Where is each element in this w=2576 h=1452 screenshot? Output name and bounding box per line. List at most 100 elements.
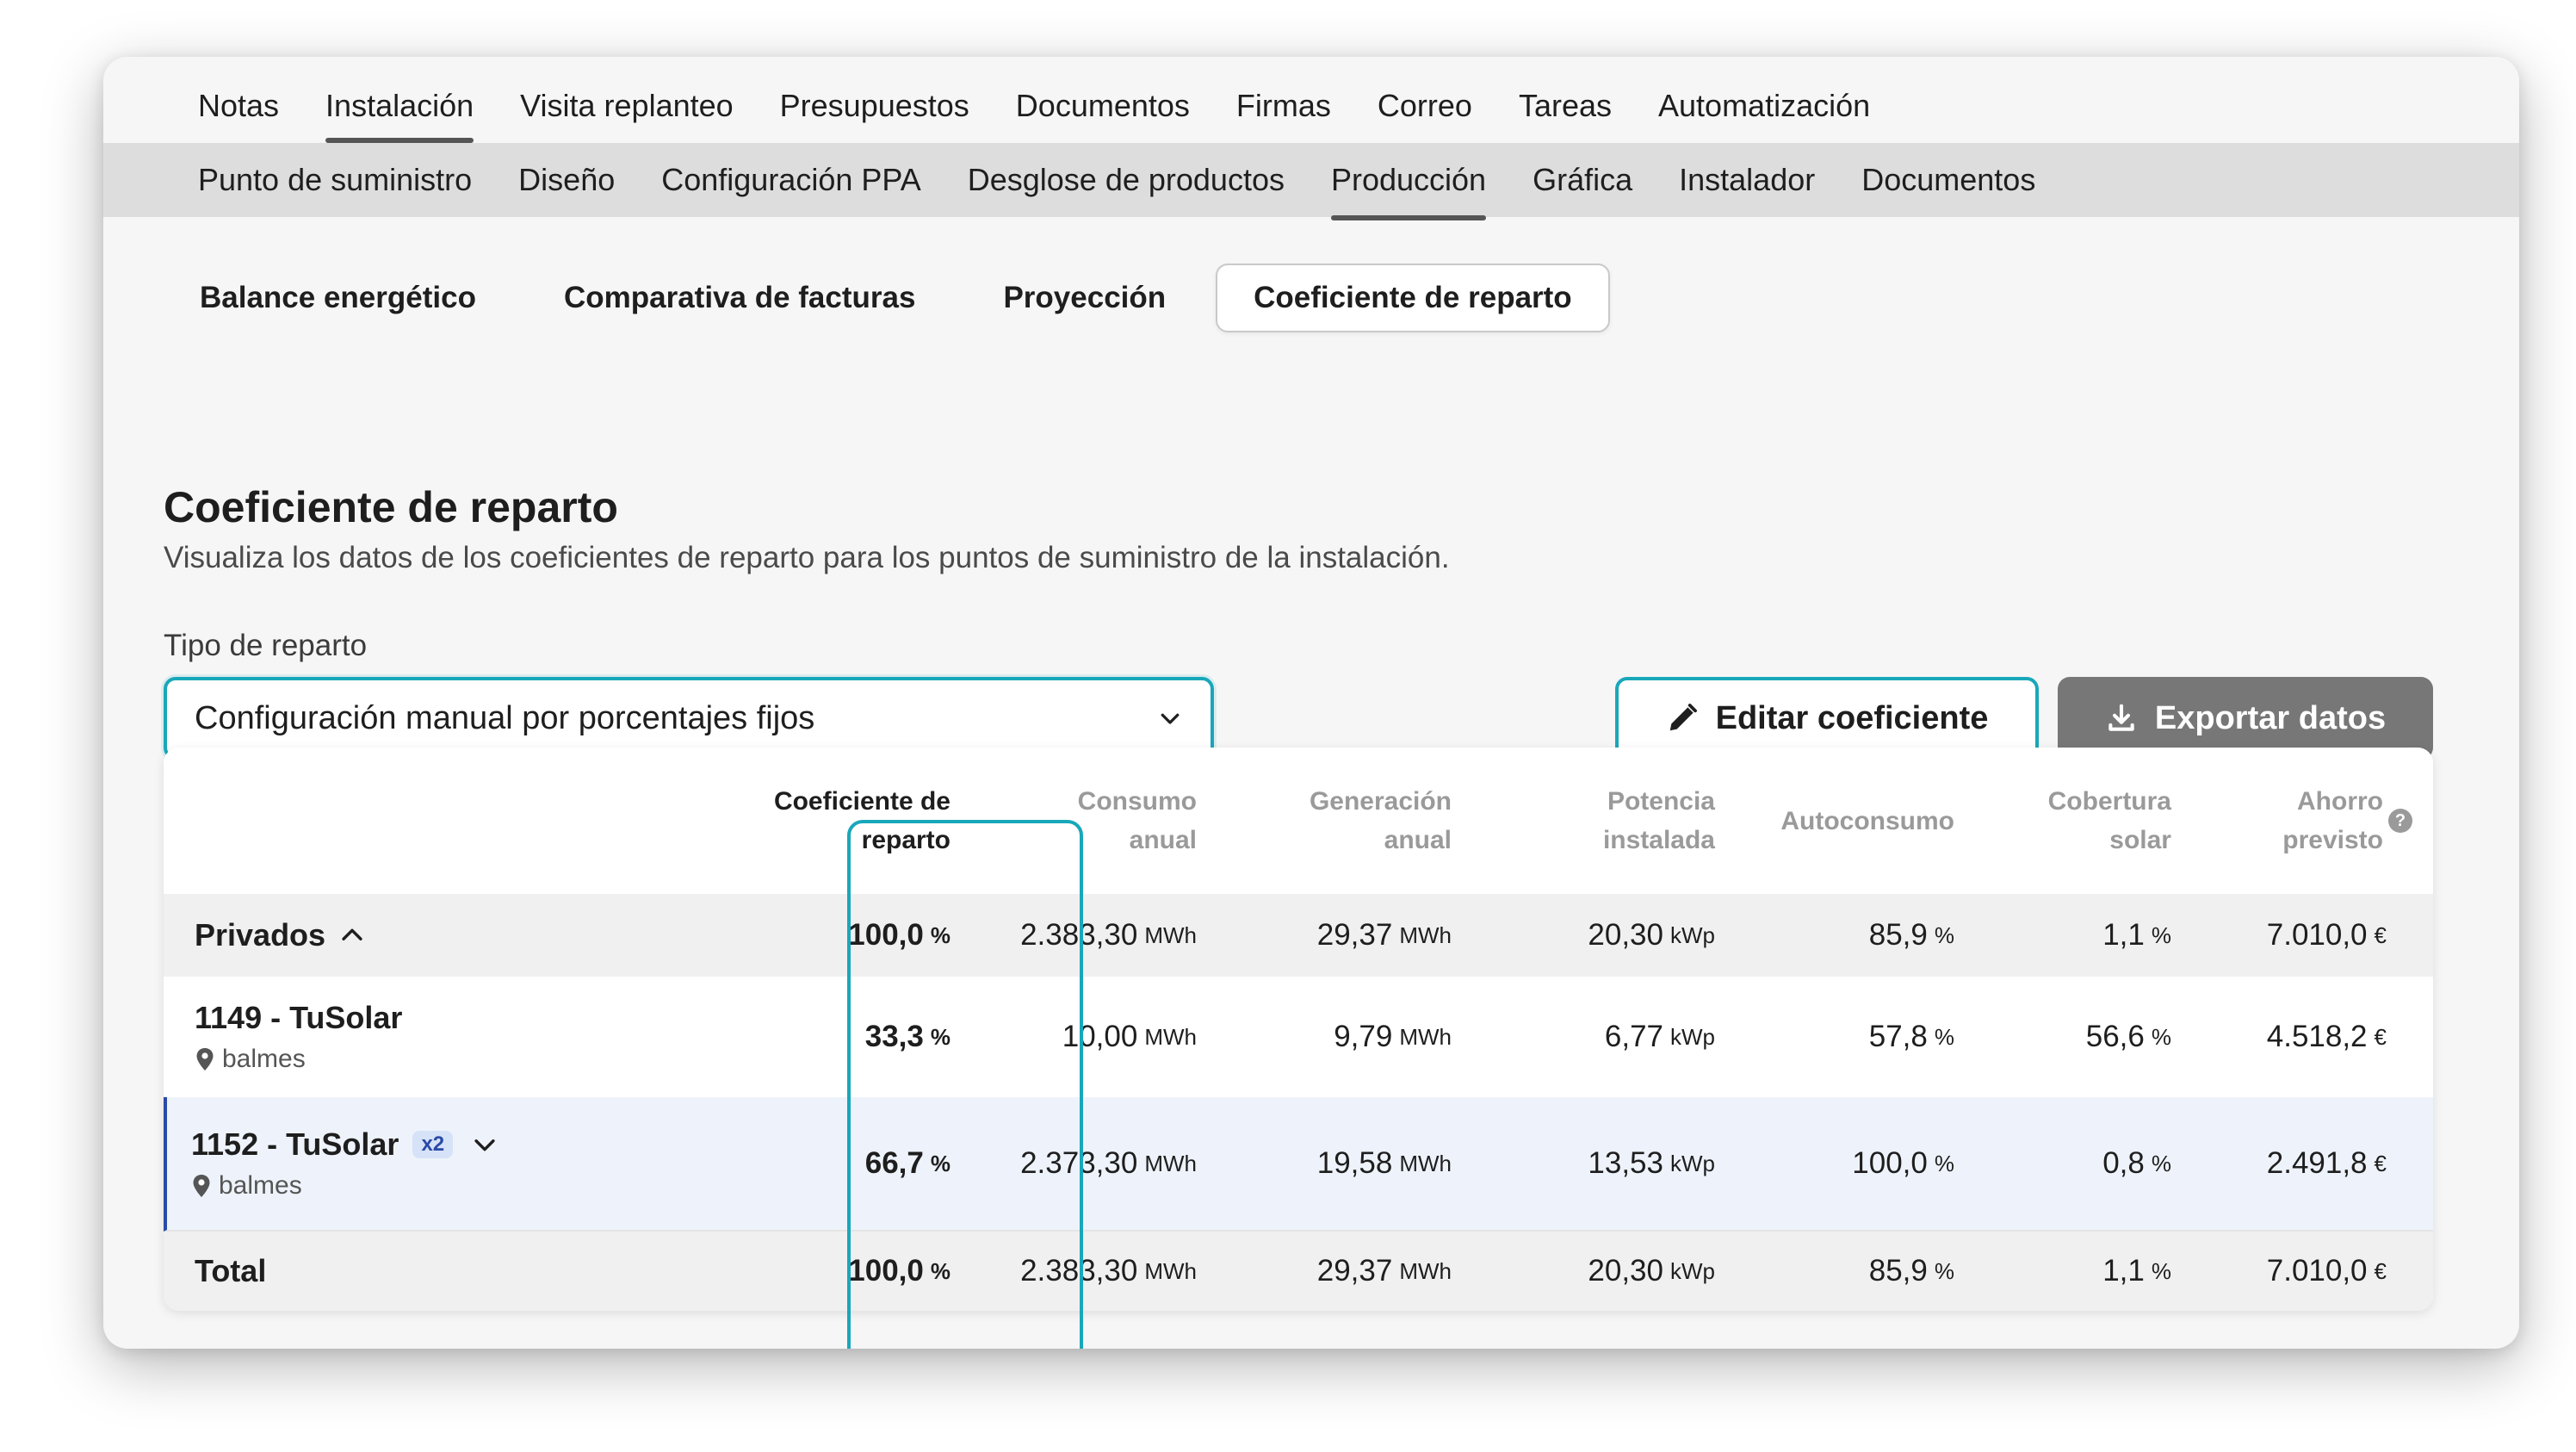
- header-coeficiente[interactable]: Coeficiente de reparto: [758, 748, 951, 894]
- tab-instalacion[interactable]: Instalación: [325, 88, 474, 143]
- header-text: Potencia: [1607, 787, 1715, 816]
- map-pin-icon: [193, 1175, 210, 1197]
- unit: kWp: [1670, 921, 1715, 948]
- header-autoconsumo[interactable]: Autoconsumo: [1715, 748, 1954, 894]
- tab-notas[interactable]: Notas: [198, 88, 279, 143]
- pill-balance-energetico[interactable]: Balance energético: [198, 264, 514, 332]
- group-consumo: 2.383,30 MWh: [951, 894, 1197, 977]
- subtab-desglose-productos[interactable]: Desglose de productos: [968, 162, 1285, 198]
- value: 100,0: [848, 1254, 924, 1288]
- unit: %: [2151, 1023, 2171, 1050]
- supply-point-address: balmes: [195, 1045, 402, 1074]
- unit: MWh: [1399, 921, 1452, 948]
- pill-comparativa-facturas[interactable]: Comparativa de facturas: [526, 264, 953, 332]
- map-pin-icon: [196, 1048, 214, 1070]
- tab-visita-replanteo[interactable]: Visita replanteo: [520, 88, 734, 143]
- unit: %: [1934, 1023, 1954, 1050]
- tab-documentos[interactable]: Documentos: [1016, 88, 1190, 143]
- unit: %: [2151, 1150, 2171, 1176]
- row-cobertura: 56,6%: [1954, 977, 2171, 1097]
- chevron-up-icon[interactable]: [337, 921, 367, 950]
- unit: %: [1934, 1150, 1954, 1176]
- unit: €: [2374, 1257, 2387, 1284]
- row-autoconsumo: 57,8%: [1715, 977, 1954, 1097]
- value: 2.373,30: [1020, 1146, 1138, 1180]
- group-label-text: Privados: [195, 917, 326, 952]
- value: 100,0: [1852, 1146, 1928, 1180]
- row-potencia: 13,53 kWp: [1452, 1097, 1715, 1230]
- header-text: instalada: [1602, 826, 1715, 854]
- header-ahorro[interactable]: Ahorro previsto ?: [2171, 748, 2412, 894]
- view-pills: Balance energético Comparativa de factur…: [198, 264, 1622, 332]
- chevron-down-icon[interactable]: [470, 1130, 499, 1159]
- header-text: previsto: [2282, 826, 2383, 854]
- pill-coeficiente-reparto[interactable]: Coeficiente de reparto: [1216, 264, 1610, 332]
- header-text: solar: [2109, 826, 2171, 854]
- header-text: reparto: [861, 826, 951, 854]
- value: 7.010,0: [2266, 1254, 2368, 1288]
- total-label-cell: Total: [195, 1232, 266, 1311]
- value: 0,8: [2102, 1146, 2145, 1180]
- header-text: anual: [1129, 826, 1197, 854]
- tab-firmas[interactable]: Firmas: [1236, 88, 1331, 143]
- row-coef: 66,7%: [758, 1097, 951, 1230]
- chevron-down-icon: [1161, 713, 1180, 724]
- value: 2.491,8: [2266, 1146, 2368, 1180]
- value: 2.383,30: [1020, 918, 1138, 952]
- section-title: Coeficiente de reparto: [164, 483, 618, 531]
- subtab-documentos[interactable]: Documentos: [1861, 162, 2035, 198]
- subtab-produccion[interactable]: Producción: [1330, 162, 1487, 220]
- tab-tareas[interactable]: Tareas: [1519, 88, 1612, 143]
- unit: %: [1934, 1257, 1954, 1284]
- section-description: Visualiza los datos de los coeficientes …: [164, 541, 1450, 574]
- supply-point-name: 1149 - TuSolar: [195, 1000, 403, 1035]
- value: 20,30: [1588, 1254, 1663, 1288]
- tab-presupuestos[interactable]: Presupuestos: [780, 88, 969, 143]
- table-row[interactable]: 1149 - TuSolar balmes 33,3% 10,00 MWh 9,7…: [164, 977, 2433, 1099]
- group-ahorro: 7.010,0 €: [2171, 894, 2387, 977]
- value: 6,77: [1604, 1020, 1663, 1053]
- header-generacion[interactable]: Generación anual: [1197, 748, 1452, 894]
- total-label: Total: [195, 1253, 267, 1288]
- value: 56,6: [2085, 1020, 2145, 1053]
- subtab-punto-suministro[interactable]: Punto de suministro: [198, 162, 472, 198]
- group-row-privados[interactable]: Privados 100,0% 2.383,30 MWh 29,37 MWh 20,…: [164, 894, 2433, 978]
- header-cobertura[interactable]: Cobertura solar: [1954, 748, 2171, 894]
- unit: €: [2374, 921, 2387, 948]
- main-tabs: Notas Instalación Visita replanteo Presu…: [103, 57, 2519, 143]
- row-generacion: 9,79 MWh: [1197, 977, 1452, 1097]
- unit: kWp: [1670, 1257, 1715, 1284]
- value: 29,37: [1316, 918, 1393, 952]
- unit: %: [2151, 1257, 2171, 1284]
- row-ahorro: 4.518,2 €: [2171, 977, 2387, 1097]
- group-coef: 100,0%: [758, 894, 951, 977]
- tipo-reparto-label: Tipo de reparto: [164, 629, 368, 662]
- name-text: 1152 - TuSolar: [191, 1126, 399, 1162]
- row-consumo: 2.373,30 MWh: [951, 1097, 1197, 1230]
- value: 100,0: [848, 918, 924, 952]
- unit: €: [2374, 1150, 2387, 1176]
- table-row[interactable]: 1152 - TuSolar x2 balmes 66,7 % 2.373,30…: [164, 1097, 2433, 1232]
- total-coef: 100,0%: [758, 1232, 951, 1311]
- row-coef: 33,3%: [758, 977, 951, 1097]
- value: 85,9: [1868, 1254, 1928, 1288]
- unit: %: [930, 1023, 951, 1050]
- subtab-configuracion-ppa[interactable]: Configuración PPA: [661, 162, 921, 198]
- pencil-icon: [1669, 704, 1697, 731]
- header-consumo[interactable]: Consumo anual: [951, 748, 1197, 894]
- subtab-instalador[interactable]: Instalador: [1679, 162, 1815, 198]
- pill-proyeccion[interactable]: Proyección: [965, 264, 1204, 332]
- subtab-grafica[interactable]: Gráfica: [1533, 162, 1632, 198]
- subtab-diseno[interactable]: Diseño: [518, 162, 615, 198]
- coefficient-table: Coeficiente de reparto Consumo anual Gener…: [164, 748, 2433, 1311]
- header-potencia[interactable]: Potencia instalada: [1452, 748, 1715, 894]
- value: 33,3: [864, 1020, 924, 1053]
- row-name-cell: 1149 - TuSolar balmes: [195, 977, 402, 1097]
- total-row: Total 100,0% 2.383,30 MWh 29,37 MWh 20,30 k…: [164, 1232, 2433, 1311]
- supply-point-name: 1152 - TuSolar x2: [191, 1126, 499, 1163]
- value: 7.010,0: [2266, 918, 2368, 952]
- tab-correo[interactable]: Correo: [1378, 88, 1472, 143]
- tab-automatizacion[interactable]: Automatización: [1658, 88, 1870, 143]
- value: 13,53: [1588, 1146, 1663, 1180]
- help-icon[interactable]: ?: [2388, 809, 2412, 833]
